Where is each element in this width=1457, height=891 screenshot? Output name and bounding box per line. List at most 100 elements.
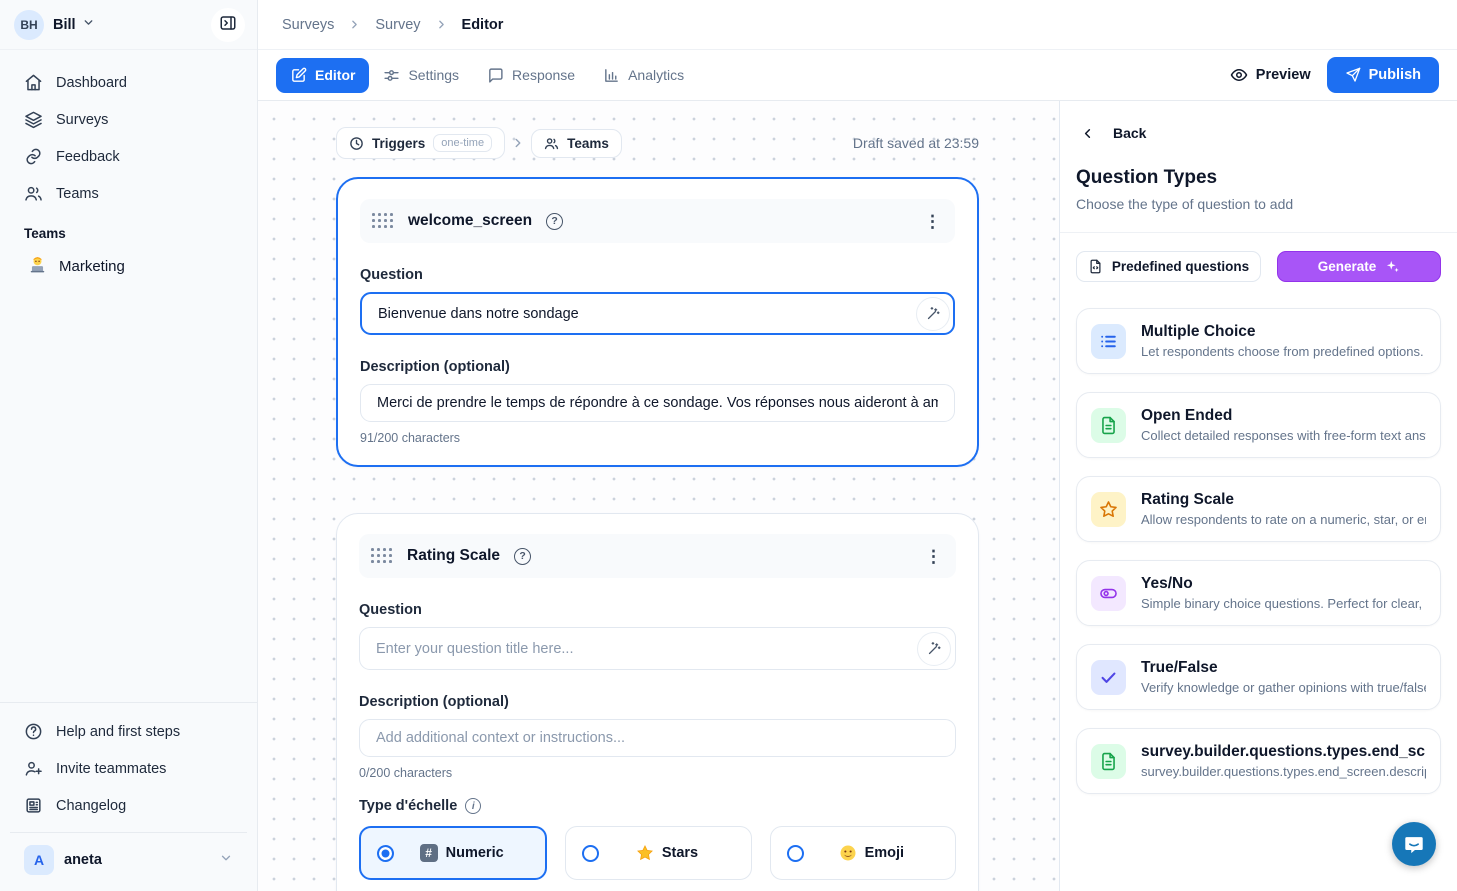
question-types-panel: Back Question Types Choose the type of q… — [1059, 101, 1457, 891]
scale-option-stars[interactable]: Stars — [565, 826, 751, 880]
type-title: True/False — [1141, 659, 1426, 677]
workspace-header: BH Bill — [0, 0, 257, 50]
triggers-button[interactable]: Triggers one-time — [336, 127, 505, 159]
sidebar-item-feedback[interactable]: Feedback — [10, 138, 247, 175]
panel-subtitle: Choose the type of question to add — [1076, 196, 1441, 212]
kebab-menu-icon[interactable]: ⋮ — [924, 213, 941, 230]
scale-option-numeric[interactable]: # Numeric — [359, 826, 547, 880]
sidebar-footer: Help and first steps Invite teammates Ch… — [0, 702, 257, 891]
type-card-multiple-choice[interactable]: Multiple Choice Let respondents choose f… — [1076, 308, 1441, 374]
sidebar-item-label: Help and first steps — [56, 724, 180, 740]
char-count: 0/200 characters — [359, 766, 956, 780]
sidebar-toggle-button[interactable] — [211, 8, 245, 42]
tab-editor[interactable]: Editor — [276, 58, 369, 93]
sidebar-item-dashboard[interactable]: Dashboard — [10, 64, 247, 101]
publish-button[interactable]: Publish — [1327, 57, 1439, 93]
chevron-down-icon[interactable] — [82, 16, 95, 34]
question-card-header: Rating Scale ? ⋮ — [359, 534, 956, 578]
chevron-left-icon — [1080, 126, 1095, 141]
radio-checked-icon[interactable] — [377, 845, 394, 862]
tab-settings[interactable]: Settings — [369, 58, 473, 93]
hash-keycap-emoji: # — [420, 844, 438, 862]
description-input[interactable] — [360, 384, 955, 422]
type-description: Verify knowledge or gather opinions with… — [1141, 680, 1426, 695]
workspace-name[interactable]: Bill — [53, 17, 76, 33]
pencil-square-icon — [290, 67, 307, 84]
question-card-welcome-screen[interactable]: welcome_screen ? ⋮ Question Description … — [336, 177, 979, 467]
feedback-icon — [24, 147, 43, 166]
back-label: Back — [1113, 125, 1146, 141]
type-title: Multiple Choice — [1141, 323, 1426, 341]
type-card-yes-no[interactable]: Yes/No Simple binary choice questions. P… — [1076, 560, 1441, 626]
magic-wand-button[interactable] — [916, 297, 950, 331]
question-card-header: welcome_screen ? ⋮ — [360, 199, 955, 243]
canvas-topbar: Triggers one-time Teams Draft saved at 2… — [336, 127, 979, 159]
tab-response[interactable]: Response — [473, 58, 589, 93]
sidebar-item-label: Changelog — [56, 798, 126, 814]
sidebar-item-label: Invite teammates — [56, 761, 166, 777]
teams-section-label: Teams — [10, 212, 247, 247]
question-type-list: Multiple Choice Let respondents choose f… — [1076, 308, 1441, 794]
tab-label: Editor — [315, 67, 355, 83]
predefined-questions-button[interactable]: Predefined questions — [1076, 251, 1261, 282]
tab-analytics[interactable]: Analytics — [589, 58, 698, 93]
scale-option-label: Stars — [662, 845, 698, 861]
smiley-emoji — [839, 844, 857, 862]
breadcrumb: Surveys Survey Editor — [258, 0, 1457, 50]
tab-label: Response — [512, 67, 575, 83]
help-icon[interactable]: ? — [546, 213, 563, 230]
chat-launcher-button[interactable] — [1392, 822, 1436, 866]
type-card-rating-scale[interactable]: Rating Scale Allow respondents to rate o… — [1076, 476, 1441, 542]
woman-technologist-emoji — [28, 255, 47, 278]
drag-handle-icon[interactable] — [372, 213, 394, 229]
scale-type-options: # Numeric Stars — [359, 826, 956, 880]
description-input[interactable] — [359, 719, 956, 757]
breadcrumb-editor: Editor — [462, 17, 504, 33]
radio-unchecked-icon[interactable] — [787, 845, 804, 862]
sidebar-item-label: Surveys — [56, 112, 108, 128]
preview-button[interactable]: Preview — [1230, 66, 1311, 84]
triggers-label: Triggers — [372, 136, 425, 151]
type-description: Allow respondents to rate on a numeric, … — [1141, 512, 1426, 527]
kebab-menu-icon[interactable]: ⋮ — [925, 548, 942, 565]
sidebar-item-invite[interactable]: Invite teammates — [10, 750, 247, 787]
breadcrumb-surveys[interactable]: Surveys — [282, 17, 334, 33]
help-icon[interactable]: ? — [514, 548, 531, 565]
sidebar-item-marketing[interactable]: Marketing — [10, 247, 247, 286]
type-card-true-false[interactable]: True/False Verify knowledge or gather op… — [1076, 644, 1441, 710]
sidebar-item-help[interactable]: Help and first steps — [10, 713, 247, 750]
description-field-label: Description (optional) — [360, 359, 955, 375]
magic-wand-button[interactable] — [917, 632, 951, 666]
sidebar-item-teams[interactable]: Teams — [10, 175, 247, 212]
predefined-label: Predefined questions — [1112, 259, 1249, 274]
sparkles-icon — [1385, 259, 1400, 274]
radio-unchecked-icon[interactable] — [582, 845, 599, 862]
type-title: Rating Scale — [1141, 491, 1426, 509]
type-card-end-screen[interactable]: survey.builder.questions.types.end_scr..… — [1076, 728, 1441, 794]
clock-icon — [349, 136, 364, 151]
preview-label: Preview — [1256, 67, 1311, 83]
panel-toggle-icon — [219, 14, 237, 35]
changelog-icon — [24, 796, 43, 815]
check-icon — [1091, 660, 1126, 695]
sidebar-item-surveys[interactable]: Surveys — [10, 101, 247, 138]
question-title-input[interactable] — [360, 292, 955, 335]
breadcrumb-survey[interactable]: Survey — [375, 17, 420, 33]
drag-handle-icon[interactable] — [371, 548, 393, 564]
question-title-input[interactable] — [359, 627, 956, 670]
type-card-open-ended[interactable]: Open Ended Collect detailed responses wi… — [1076, 392, 1441, 458]
type-title: Yes/No — [1141, 575, 1426, 593]
chevron-right-icon — [511, 136, 525, 150]
teams-button[interactable]: Teams — [531, 129, 622, 158]
generate-button[interactable]: Generate — [1277, 251, 1441, 282]
sidebar-item-changelog[interactable]: Changelog — [10, 787, 247, 824]
back-button[interactable]: Back — [1076, 101, 1441, 141]
question-card-rating-scale[interactable]: Rating Scale ? ⋮ Question Description (o… — [336, 513, 979, 891]
user-plus-icon — [24, 759, 43, 778]
info-icon[interactable]: i — [465, 798, 481, 814]
toggle-icon — [1091, 576, 1126, 611]
workspace-avatar[interactable]: BH — [14, 10, 44, 40]
publish-label: Publish — [1369, 67, 1421, 83]
scale-option-emoji[interactable]: Emoji — [770, 826, 956, 880]
account-menu[interactable]: A aneta — [10, 832, 247, 891]
